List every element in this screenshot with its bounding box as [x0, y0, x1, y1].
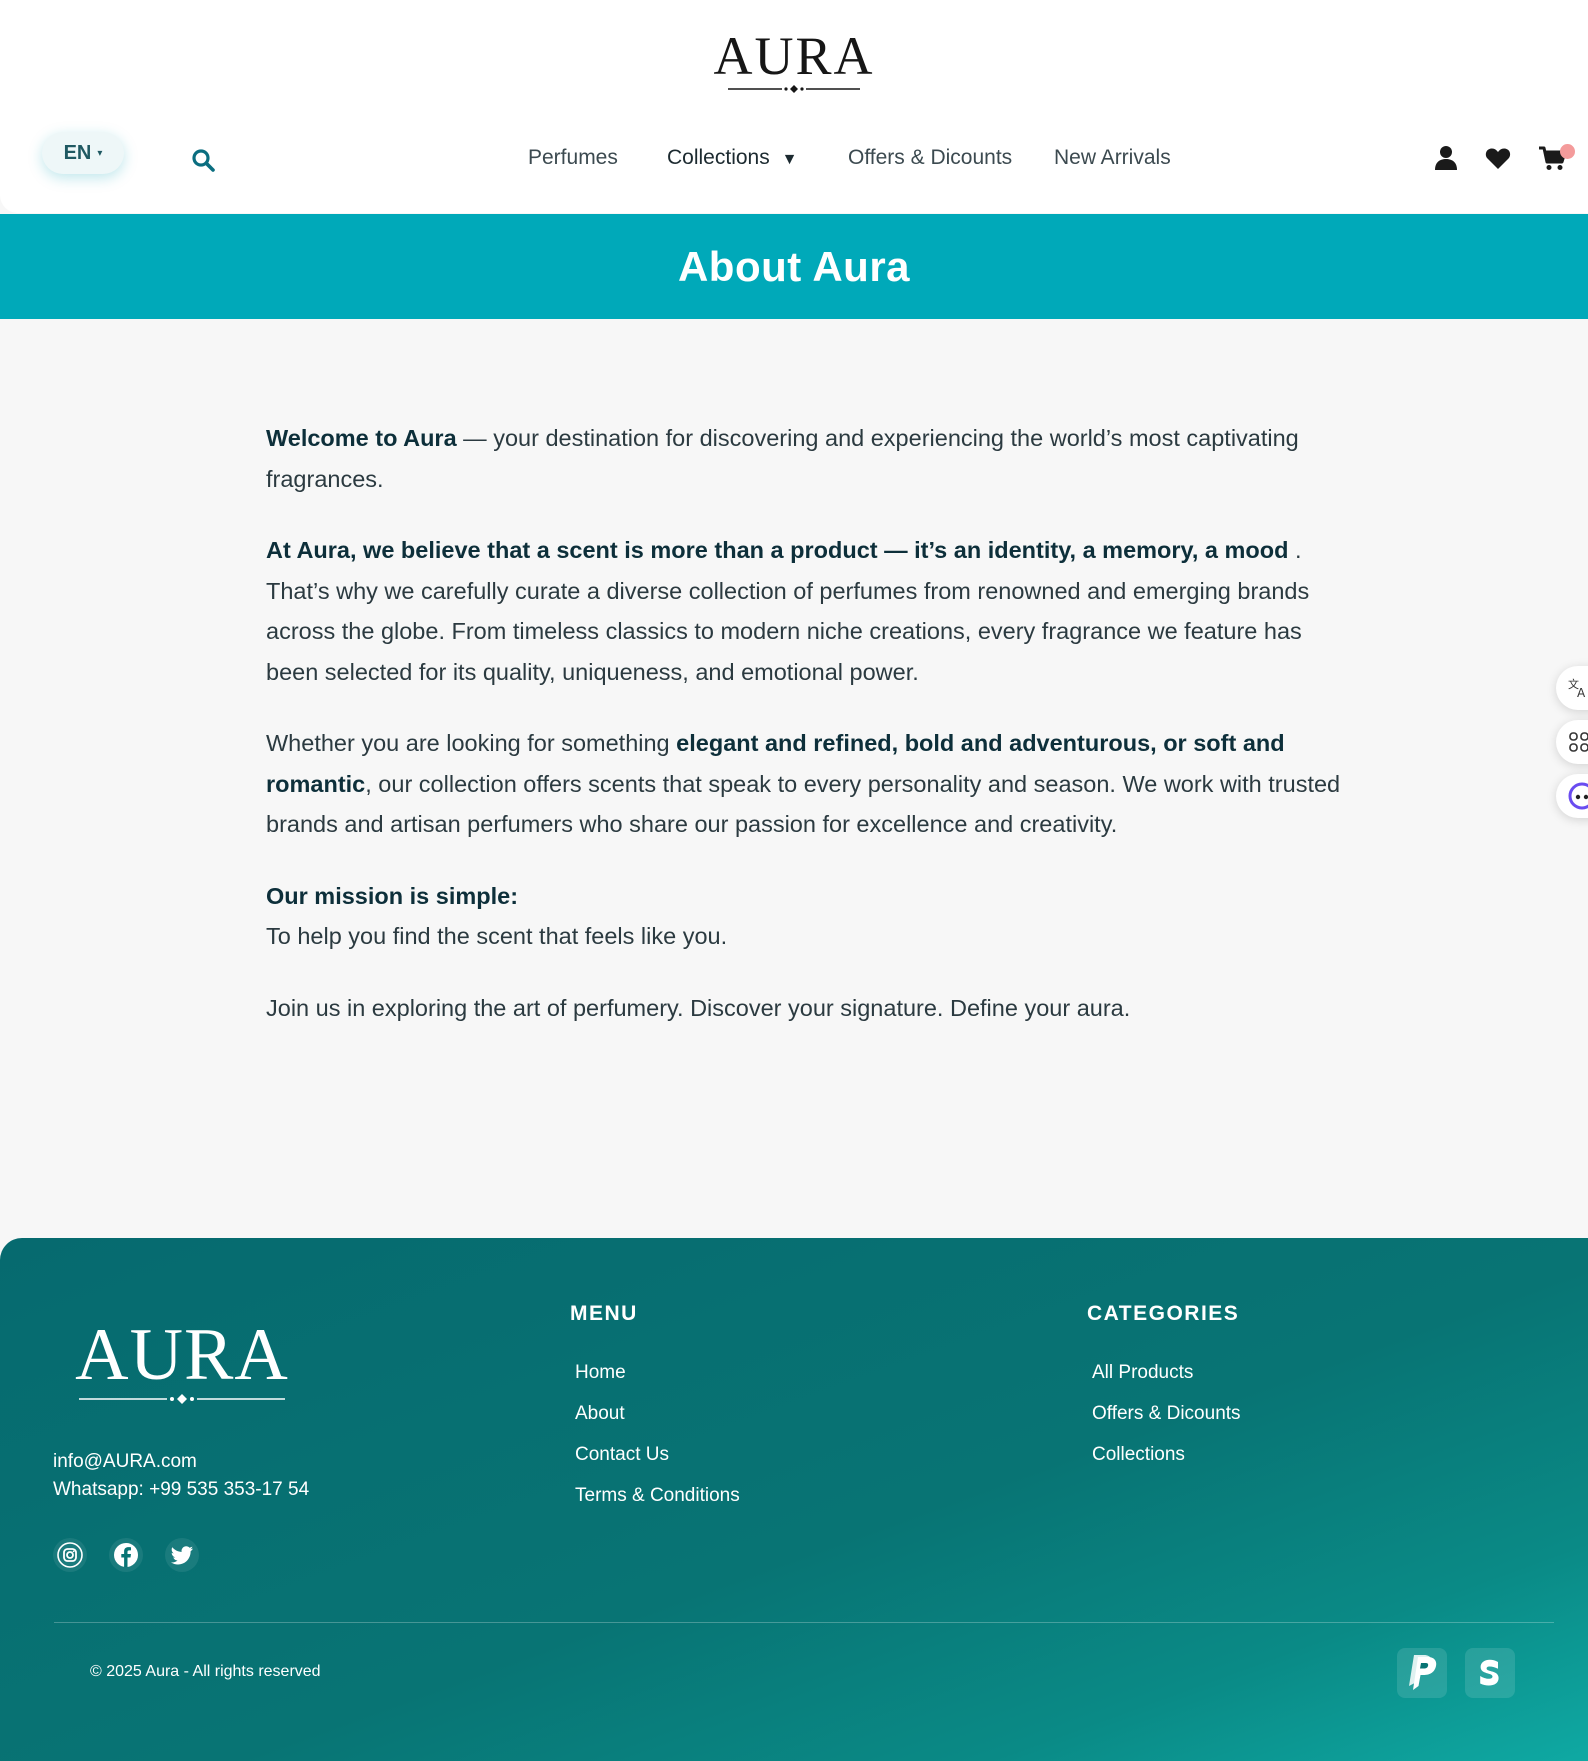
about-content: Welcome to Aura — your destination for d…: [266, 418, 1341, 1059]
instagram-icon: [57, 1542, 83, 1568]
page-title: About Aura: [677, 242, 911, 290]
paragraph-collection: Whether you are looking for something el…: [266, 723, 1341, 845]
translate-widget-button[interactable]: 文 A: [1556, 666, 1588, 710]
assistant-icon: [1568, 782, 1588, 810]
apps-widget-button[interactable]: [1556, 720, 1588, 764]
footer-link-home[interactable]: Home: [575, 1352, 740, 1393]
caret-down-icon: ▼: [781, 151, 798, 168]
site-footer: AURA info@AURA.com Whatsapp: +99 535 353…: [0, 1238, 1588, 1761]
footer-divider: [54, 1622, 1554, 1623]
footer-link-contact[interactable]: Contact Us: [575, 1434, 740, 1475]
heart-icon[interactable]: [1484, 144, 1512, 172]
assistant-widget-button[interactable]: [1556, 774, 1588, 818]
page-banner: About Aura: [0, 214, 1588, 319]
paragraph-mission: Our mission is simple: To help you find t…: [266, 876, 1341, 957]
nav-collections-label: Collections: [667, 146, 770, 169]
footer-whatsapp[interactable]: Whatsapp: +99 535 353-17 54: [53, 1476, 309, 1504]
footer-link-offers[interactable]: Offers & Dicounts: [1092, 1393, 1241, 1434]
user-icon[interactable]: [1432, 144, 1460, 172]
footer-logo[interactable]: AURA: [72, 1318, 292, 1410]
footer-categories: CATEGORIES All Products Offers & Dicount…: [1087, 1302, 1241, 1475]
collection-text-b: , our collection offers scents that spea…: [266, 770, 1341, 838]
footer-menu: MENU Home About Contact Us Terms & Condi…: [570, 1302, 740, 1516]
footer-logo-flourish-icon: [79, 1394, 285, 1404]
nav-collections[interactable]: Collections ▼: [667, 146, 797, 170]
cart-count-badge: [1560, 144, 1575, 159]
paypal-icon: [1409, 1655, 1437, 1690]
nav-offers[interactable]: Offers & Dicounts: [848, 146, 1012, 170]
footer-email[interactable]: info@AURA.com: [53, 1448, 309, 1476]
paragraph-belief: At Aura, we believe that a scent is more…: [266, 530, 1341, 692]
social-links: [53, 1538, 199, 1572]
mission-title: Our mission is simple:: [266, 882, 519, 909]
collection-text-a: Whether you are looking for something: [266, 730, 677, 756]
instagram-link[interactable]: [53, 1538, 87, 1572]
footer-link-about[interactable]: About: [575, 1393, 740, 1434]
paypal-badge: [1397, 1648, 1447, 1698]
twitter-link[interactable]: [165, 1538, 199, 1572]
svg-text:A: A: [1577, 686, 1586, 699]
paragraph-welcome: Welcome to Aura — your destination for d…: [266, 418, 1341, 499]
footer-contact: info@AURA.com Whatsapp: +99 535 353-17 5…: [53, 1448, 309, 1504]
paragraph-join: Join us in exploring the art of perfumer…: [266, 988, 1341, 1029]
copyright: © 2025 Aura - All rights reserved: [90, 1663, 321, 1680]
translate-icon: 文 A: [1568, 677, 1586, 699]
footer-link-all-products[interactable]: All Products: [1092, 1352, 1241, 1393]
footer-menu-title: MENU: [570, 1302, 638, 1325]
main-nav: Perfumes Collections ▼ Offers & Dicounts…: [0, 146, 1588, 176]
logo-text: AURA: [713, 26, 875, 86]
stripe-badge: [1465, 1648, 1515, 1698]
footer-link-collections[interactable]: Collections: [1092, 1434, 1241, 1475]
mission-text: To help you find the scent that feels li…: [266, 923, 728, 949]
footer-logo-text: AURA: [75, 1314, 289, 1396]
twitter-icon: [171, 1546, 193, 1565]
footer-link-terms[interactable]: Terms & Conditions: [575, 1475, 740, 1516]
facebook-icon: [114, 1543, 138, 1567]
stripe-icon: [1480, 1659, 1499, 1686]
join-text: Join us in exploring the art of perfumer…: [266, 994, 1131, 1021]
nav-perfumes[interactable]: Perfumes: [528, 146, 618, 170]
footer-categories-title: CATEGORIES: [1087, 1302, 1240, 1325]
facebook-link[interactable]: [109, 1538, 143, 1572]
belief-bold: At Aura, we believe that a scent is more…: [266, 537, 1289, 563]
apps-icon: [1569, 732, 1588, 752]
site-logo[interactable]: AURA: [0, 28, 1588, 94]
site-header: AURA EN ▾ Perfumes Collections ▼ Offers …: [0, 0, 1588, 213]
nav-new-arrivals[interactable]: New Arrivals: [1054, 146, 1171, 170]
welcome-bold: Welcome to Aura: [266, 425, 457, 451]
